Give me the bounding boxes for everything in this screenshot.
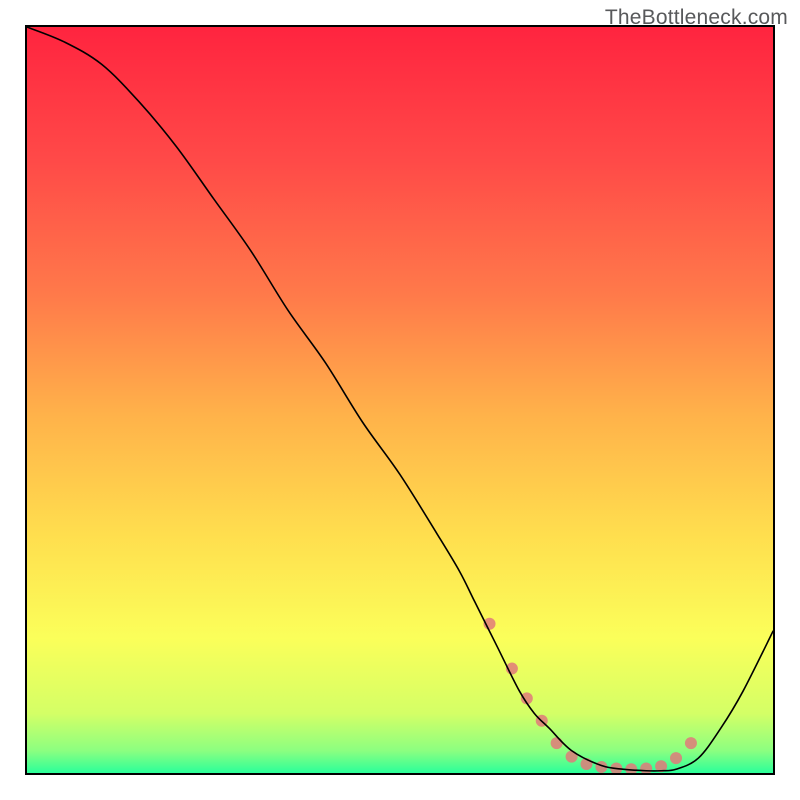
chart-stage: TheBottleneck.com [0, 0, 800, 800]
bottleneck-curve [27, 27, 773, 771]
min-bottleneck-marker [670, 752, 682, 764]
min-bottleneck-marker [551, 737, 563, 749]
min-bottleneck-marker [566, 751, 578, 763]
min-bottleneck-marker [625, 763, 637, 773]
plot-area [25, 25, 775, 775]
watermark-text: TheBottleneck.com [605, 6, 788, 30]
min-bottleneck-marker [685, 737, 697, 749]
chart-svg [27, 27, 773, 773]
min-bottleneck-markers [484, 618, 697, 773]
